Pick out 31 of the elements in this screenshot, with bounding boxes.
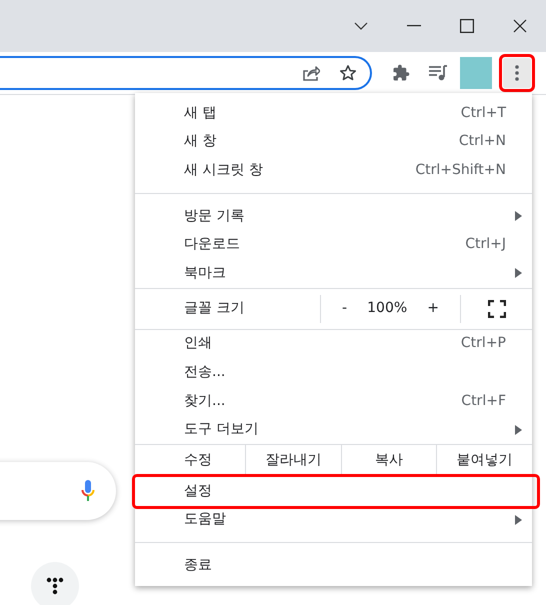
edit-button[interactable]: 잘라내기 (245, 444, 341, 477)
shortcut-label: Ctrl+N (458, 132, 506, 152)
menu-item[interactable]: 새 시크릿 창 Ctrl+Shift+N (135, 156, 532, 185)
menu-item[interactable]: 찾기... Ctrl+F (135, 386, 532, 416)
shortcut-label: Ctrl+T (460, 104, 506, 123)
zoom-in-button[interactable]: + (426, 297, 440, 320)
shortcut-label: Ctrl+J (465, 235, 506, 254)
menu-item[interactable]: 북마크 (135, 258, 532, 288)
zoom-out-button[interactable]: - (341, 297, 348, 320)
menu-item[interactable]: 인쇄 Ctrl+P (135, 330, 532, 358)
menu-item[interactable]: 새 창 Ctrl+N (135, 128, 532, 156)
microphone-icon[interactable] (81, 480, 95, 502)
zoom-level: 100% (367, 299, 408, 318)
menu-item[interactable]: 새 탭 Ctrl+T (135, 99, 532, 128)
apps-shortcut-icon[interactable] (31, 562, 79, 605)
menu-item[interactable]: 전송... (135, 358, 532, 387)
menu-icon[interactable] (503, 58, 531, 88)
edit-label: 수정 (183, 451, 213, 470)
shortcut-label: Ctrl+P (460, 334, 506, 354)
menu-item[interactable]: 다운로드 Ctrl+J (135, 230, 532, 259)
menu-item[interactable]: 종료 (135, 551, 532, 580)
edit-button[interactable]: 복사 (340, 444, 436, 477)
edit-button[interactable]: 붙여넣기 (436, 444, 532, 477)
menu-item[interactable]: 설정 (135, 476, 537, 506)
address-bar[interactable] (0, 56, 372, 90)
menu-item[interactable]: 방문 기록 (135, 202, 532, 230)
shortcut-label: Ctrl+Shift+N (415, 160, 506, 180)
menu-item[interactable]: 도움말 (135, 506, 532, 534)
zoom-label: 글꼴 크기 (183, 299, 246, 318)
shortcut-label: Ctrl+F (461, 392, 506, 411)
menu-item[interactable]: 도구 더보기 (135, 415, 532, 444)
